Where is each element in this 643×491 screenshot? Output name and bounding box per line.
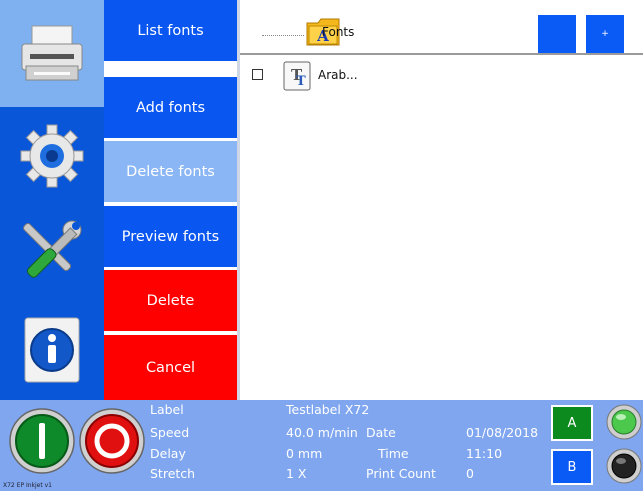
sidebar-item-tools[interactable] [0, 204, 104, 300]
start-icon[interactable] [8, 407, 76, 475]
truetype-font-icon: T T [283, 61, 311, 91]
cancel-button[interactable]: Cancel [104, 335, 237, 400]
tree-connector [262, 35, 304, 36]
date-key: Date [366, 425, 396, 440]
folder-tree-row: A Fonts + [240, 0, 643, 55]
preview-fonts-button[interactable]: Preview fonts [104, 206, 237, 269]
speed-key: Speed [150, 425, 190, 440]
delay-key: Delay [150, 446, 186, 461]
label-key: Label [150, 402, 184, 417]
print-head-a-button[interactable]: A [551, 405, 593, 441]
time-value: 11:10 [466, 446, 503, 461]
delay-value: 0 mm [286, 446, 323, 461]
list-fonts-button[interactable]: List fonts [104, 0, 237, 63]
time-key: Time [378, 446, 409, 461]
speed-value: 40.0 m/min [286, 425, 358, 440]
gear-icon [20, 124, 84, 187]
status-lamp-a-icon [606, 404, 642, 440]
folder-label[interactable]: Fonts [322, 25, 354, 39]
status-bar: X72 EP Inkjet v1 Label Testlabel X72 Spe… [0, 400, 643, 491]
label-value: Testlabel X72 [286, 402, 370, 417]
stop-icon[interactable] [78, 407, 146, 475]
sidebar-item-info[interactable] [0, 300, 104, 400]
delete-fonts-button[interactable]: Delete fonts [104, 141, 237, 204]
tools-icon [23, 220, 82, 278]
stretch-key: Stretch [150, 466, 196, 481]
add-item-button[interactable]: + [586, 15, 624, 53]
font-file-panel: A Fonts + T T Arab... [240, 0, 643, 400]
sidebar-item-settings[interactable] [0, 107, 104, 204]
print-head-b-button[interactable]: B [551, 449, 593, 485]
date-value: 01/08/2018 [466, 425, 539, 440]
print-count-key: Print Count [366, 466, 436, 481]
icon-sidebar [0, 0, 104, 400]
version-text: X72 EP Inkjet v1 [3, 482, 53, 489]
font-menu: List fonts Add fonts Delete fonts Previe… [104, 0, 237, 400]
delete-button[interactable]: Delete [104, 270, 237, 333]
status-lamp-b-icon [606, 448, 642, 484]
add-fonts-button[interactable]: Add fonts [104, 77, 237, 140]
sidebar-item-print[interactable] [0, 0, 104, 107]
file-name: Arab... [318, 68, 358, 82]
print-count-value: 0 [466, 466, 474, 481]
stretch-value: 1 X [286, 466, 307, 481]
folder-action-button[interactable] [538, 15, 576, 53]
list-item[interactable]: T T Arab... [240, 58, 643, 94]
printer-icon [21, 25, 83, 80]
svg-text:T: T [296, 74, 306, 89]
info-icon [24, 317, 80, 383]
item-checkbox[interactable] [252, 69, 263, 80]
